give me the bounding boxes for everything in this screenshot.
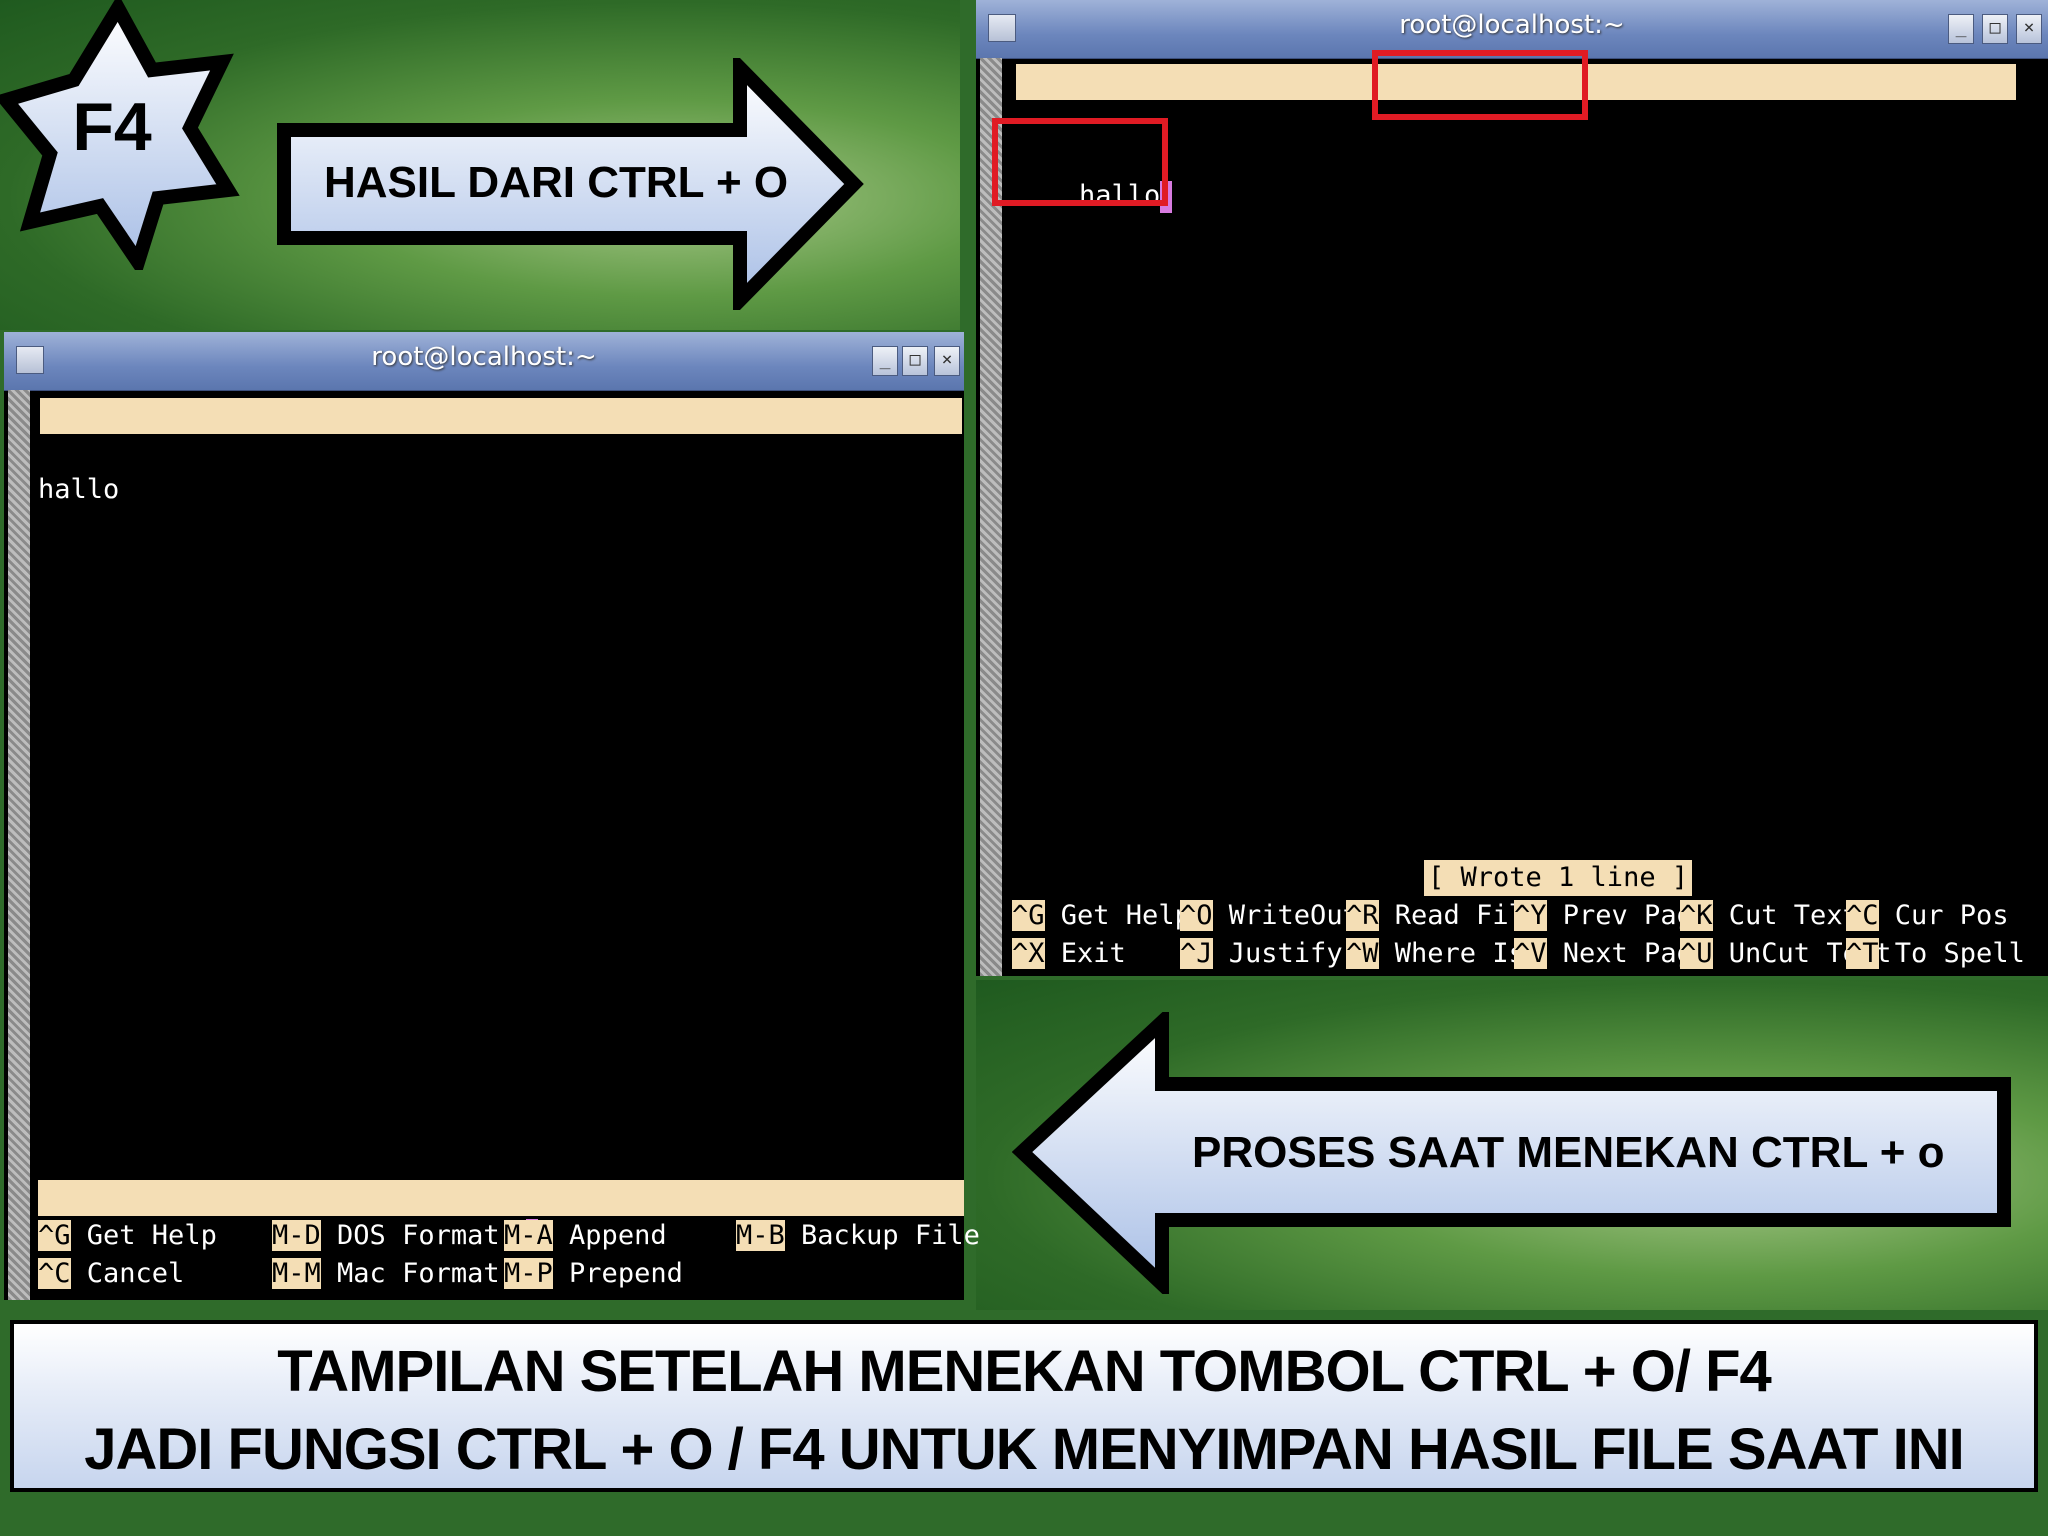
shortcut-backup-file[interactable]: M-B Backup File (736, 1218, 980, 1254)
left-scrollbar[interactable] (8, 390, 30, 1300)
shortcut-prepend[interactable]: M-P Prepend (504, 1256, 683, 1292)
caption-line-2: JADI FUNGSI CTRL + O / F4 UNTUK MENYIMPA… (84, 1417, 1964, 1482)
shortcut-exit[interactable]: ^X Exit (1012, 936, 1126, 972)
left-editor-content[interactable]: hallo (38, 472, 119, 508)
close-icon[interactable]: × (934, 346, 960, 376)
nano-modified-status: Modified (819, 508, 950, 539)
minimize-icon[interactable]: _ (872, 346, 898, 376)
nano-version: GNU nano 2.2.4 (62, 436, 290, 467)
status-message: [ Wrote 1 line ] (1424, 860, 1693, 896)
shortcut-justify[interactable]: ^J Justify (1180, 936, 1343, 972)
shortcut-read-file[interactable]: ^R Read File (1346, 898, 1541, 934)
shortcut-append[interactable]: M-A Append (504, 1218, 667, 1254)
left-terminal-window[interactable]: root@localhost:~ _ □ × GNU nano 2.2.4 Ne… (4, 332, 980, 1300)
star-badge-icon: F4 (0, 0, 240, 270)
caption-box: TAMPILAN SETELAH MENEKAN TOMBOL CTRL + O… (10, 1320, 2038, 1492)
right-terminal-window[interactable]: root@localhost:~ _ □ × GNU nano 2.2.4 Fi… (976, 0, 2048, 976)
badge-label: F4 (72, 89, 152, 165)
shortcut-to-spell[interactable]: ^T To Spell (1846, 936, 2025, 972)
filename-prompt[interactable]: File Name to Write: tekaje (38, 1180, 964, 1251)
bottom-arrow-label: PROSES SAAT MENEKAN CTRL + o (1192, 1128, 1945, 1177)
shortcut-writeout[interactable]: ^O WriteOut (1180, 898, 1359, 934)
caption-line-1: TAMPILAN SETELAH MENEKAN TOMBOL CTRL + O… (277, 1339, 1772, 1404)
left-nano-header: GNU nano 2.2.4 New Buffer Modified (40, 398, 962, 539)
maximize-icon[interactable]: □ (902, 346, 928, 376)
shortcut-mac-format[interactable]: M-M Mac Format (272, 1256, 500, 1292)
left-window-title: root@localhost:~ (371, 342, 597, 372)
nano-file-name: File: tekaje (1386, 138, 1582, 169)
left-window-titlebar[interactable]: root@localhost:~ _ □ × (4, 332, 964, 391)
shortcut-cut-text[interactable]: ^K Cut Text (1680, 898, 1859, 934)
top-arrow-label: HASIL DARI CTRL + O (324, 158, 789, 207)
highlight-content (992, 118, 1168, 206)
shortcut-where-is[interactable]: ^W Where Is (1346, 936, 1525, 972)
shortcut-get-help[interactable]: ^G Get Help (1012, 898, 1191, 934)
right-window-title: root@localhost:~ (1399, 10, 1625, 40)
highlight-file-name (1372, 50, 1588, 120)
maximize-icon[interactable]: □ (1982, 14, 2008, 44)
shortcut-dos-format[interactable]: M-D DOS Format (272, 1218, 500, 1254)
shortcut-cur-pos[interactable]: ^C Cur Pos (1846, 898, 2009, 934)
shortcut-get-help[interactable]: ^G Get Help (38, 1218, 217, 1254)
minimize-icon[interactable]: _ (1948, 14, 1974, 44)
nano-buffer-name: New Buffer (412, 472, 575, 503)
shortcut-cancel[interactable]: ^C Cancel (38, 1256, 184, 1292)
close-icon[interactable]: × (2016, 14, 2042, 44)
